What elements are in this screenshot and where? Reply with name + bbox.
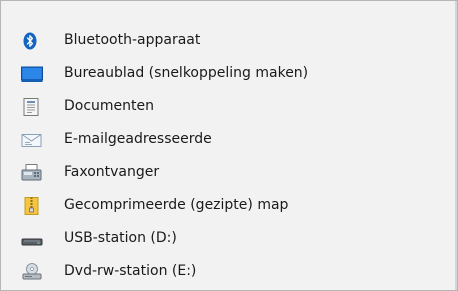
menu-item-label: E-mailgeadresseerde	[64, 131, 212, 147]
menu-item-label: Bluetooth-apparaat	[64, 32, 201, 48]
menu-item-fax-recipient[interactable]: Faxontvanger	[1, 156, 457, 189]
menu-item-label: Faxontvanger	[64, 164, 160, 180]
zip-folder-icon	[24, 197, 39, 215]
menu-item-label: Gecomprimeerde (gezipte) map	[64, 197, 289, 213]
send-to-list: Bluetooth-apparaat Bureaublad (snelkoppe…	[1, 24, 457, 288]
menu-item-mail-recipient[interactable]: E-mailgeadresseerde	[1, 123, 457, 156]
menu-item-documents[interactable]: Documenten	[1, 90, 457, 123]
documents-icon	[23, 98, 39, 116]
menu-item-label: Dvd-rw-station (E:)	[64, 263, 197, 279]
dvd-drive-icon	[22, 263, 42, 280]
bluetooth-icon	[23, 32, 37, 50]
send-to-submenu: Bluetooth-apparaat Bureaublad (snelkoppe…	[0, 0, 458, 291]
desktop-icon	[21, 66, 43, 82]
menu-item-bluetooth-device[interactable]: Bluetooth-apparaat	[1, 24, 457, 57]
menu-right-edge	[455, 1, 457, 290]
menu-item-label: USB-station (D:)	[64, 230, 177, 246]
fax-icon	[21, 164, 42, 181]
menu-item-desktop-shortcut[interactable]: Bureaublad (snelkoppeling maken)	[1, 57, 457, 90]
menu-item-label: Bureaublad (snelkoppeling maken)	[64, 65, 309, 81]
menu-item-compressed-folder[interactable]: Gecomprimeerde (gezipte) map	[1, 189, 457, 222]
mail-recipient-icon	[21, 134, 42, 147]
menu-item-usb-drive[interactable]: USB-station (D:)	[1, 222, 457, 255]
menu-item-label: Documenten	[64, 98, 155, 114]
menu-item-dvd-rw-drive[interactable]: Dvd-rw-station (E:)	[1, 255, 457, 288]
usb-drive-icon	[21, 238, 43, 246]
